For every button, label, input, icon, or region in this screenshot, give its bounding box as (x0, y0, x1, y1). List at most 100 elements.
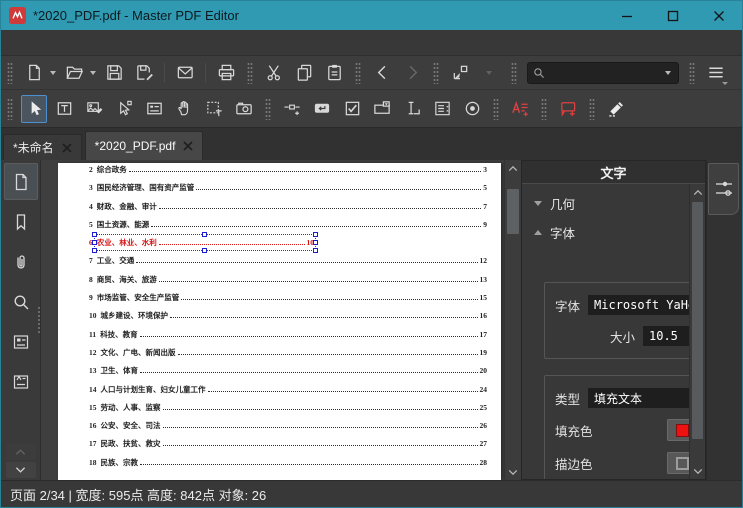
copy-button[interactable] (291, 59, 317, 87)
radio-button-tool-button[interactable] (459, 95, 485, 123)
paste-button[interactable] (321, 59, 347, 87)
toolbar-grip[interactable] (689, 61, 695, 84)
section-geometry[interactable]: 几何 (522, 184, 691, 213)
forward-button[interactable] (399, 59, 425, 87)
edit-text-tool-button[interactable] (51, 95, 77, 123)
scroll-up-button[interactable] (690, 184, 705, 200)
stroke-color-button[interactable] (667, 452, 691, 474)
scroll-down-button[interactable] (690, 463, 705, 479)
font-name-field[interactable]: Microsoft YaHei (588, 295, 691, 315)
highlighter-tool-button[interactable] (603, 95, 629, 123)
scrollbar-thumb[interactable] (692, 202, 703, 439)
menu-item[interactable] (183, 39, 205, 47)
edit-path-tool-button[interactable] (111, 95, 137, 123)
document-tab[interactable]: *未命名 (3, 134, 82, 160)
toc-row[interactable]: 2 综合政务 3 (89, 165, 487, 183)
search-dropdown-icon[interactable] (665, 70, 671, 75)
toolbar-grip[interactable] (247, 61, 253, 84)
new-document-dropdown-icon[interactable] (50, 70, 56, 75)
panel-vertical-scrollbar[interactable] (689, 184, 705, 479)
back-button[interactable] (369, 59, 395, 87)
toolbar-grip[interactable] (355, 61, 361, 84)
toc-row[interactable]: 15 劳动、人事、监察 25 (89, 403, 487, 421)
maximize-button[interactable] (650, 1, 696, 30)
toolbar-grip[interactable] (493, 97, 499, 120)
toolbar-grip[interactable] (7, 61, 13, 84)
email-button[interactable] (172, 59, 198, 87)
pdf-page[interactable]: 2 综合政务 3 3 国民经济管理、国有资产监管 5 4 财政、金融、审计 7 (58, 163, 501, 480)
menu-item[interactable] (51, 39, 73, 47)
menu-item[interactable] (29, 39, 51, 47)
toc-row[interactable]: 14 人口与计划生育、妇女儿童工作 24 (89, 385, 487, 403)
cut-button[interactable] (261, 59, 287, 87)
toolbar-grip[interactable] (433, 61, 439, 84)
text-type-dropdown[interactable]: 填充文本 (588, 388, 691, 408)
close-tab-icon[interactable] (62, 142, 72, 153)
save-as-button[interactable] (131, 59, 157, 87)
toolbar-grip[interactable] (541, 97, 547, 120)
menu-item[interactable] (73, 39, 95, 47)
main-menu-button[interactable] (703, 59, 729, 87)
toc-row[interactable]: 6 农业、林业、水利 10 (89, 238, 314, 256)
hand-tool-button[interactable] (171, 95, 197, 123)
menu-item[interactable] (139, 39, 161, 47)
scrollbar-thumb[interactable] (507, 189, 519, 234)
toc-row[interactable]: 5 国土资源、能源 9 (89, 220, 487, 238)
sidebar-scroll-up-button[interactable] (5, 444, 36, 460)
toolbar-grip[interactable] (511, 61, 517, 84)
properties-toggle-tab[interactable] (708, 163, 739, 215)
toc-row[interactable]: 10 城乡建设、环境保护 16 (89, 311, 487, 329)
toc-row[interactable]: 13 卫生、体育 20 (89, 366, 487, 384)
font-size-field[interactable]: 10.5 (643, 326, 691, 346)
close-tab-icon[interactable] (183, 141, 194, 151)
select-tool-button[interactable] (21, 94, 47, 123)
toc-row[interactable]: 9 市场监管、安全生产监管 15 (89, 293, 487, 311)
fit-view-button[interactable] (447, 59, 473, 87)
document-viewport[interactable]: 2 综合政务 3 3 国民经济管理、国有资产监管 5 4 财政、金融、审计 7 (41, 160, 504, 480)
toc-row[interactable]: 16 公安、安全、司法 26 (89, 421, 487, 439)
toc-row[interactable]: 17 民政、扶贫、救灾 27 (89, 439, 487, 457)
toc-row[interactable]: 18 民族、宗教 28 (89, 458, 487, 476)
open-file-dropdown-icon[interactable] (90, 70, 96, 75)
menu-item[interactable] (117, 39, 139, 47)
scroll-up-button[interactable] (505, 160, 521, 176)
toc-row[interactable]: 12 文化、广电、新闻出版 19 (89, 348, 487, 366)
text-field-tool-button[interactable] (399, 95, 425, 123)
callout-tool-button[interactable] (555, 95, 581, 123)
combobox-tool-button[interactable] (369, 95, 395, 123)
toolbar-grip[interactable] (7, 97, 13, 120)
toc-row[interactable]: 8 商贸、海关、旅游 13 (89, 275, 487, 293)
checkbox-tool-button[interactable] (339, 95, 365, 123)
toc-row[interactable]: 4 财政、金融、审计 7 (89, 202, 487, 220)
fill-color-button[interactable] (667, 419, 691, 441)
search-panel-button[interactable] (4, 283, 38, 320)
search-input[interactable] (546, 65, 664, 80)
search-box[interactable] (527, 61, 679, 84)
toc-row[interactable]: 11 科技、教育 17 (89, 330, 487, 348)
attachments-panel-button[interactable] (4, 243, 38, 280)
edit-image-tool-button[interactable] (81, 95, 107, 123)
add-node-tool-button[interactable] (279, 95, 305, 123)
push-button-tool-button[interactable] (309, 95, 335, 123)
section-font[interactable]: 字体 (522, 213, 691, 242)
form-fields-panel-button[interactable] (4, 323, 38, 360)
text-annotation-tool-button[interactable] (507, 95, 533, 123)
toc-row[interactable]: 3 国民经济管理、国有资产监管 5 (89, 183, 487, 201)
toolbar-grip[interactable] (265, 97, 271, 120)
minimize-button[interactable] (604, 1, 650, 30)
bookmarks-panel-button[interactable] (4, 203, 38, 240)
open-file-button[interactable] (61, 59, 87, 87)
pages-panel-button[interactable] (3, 163, 38, 200)
close-button[interactable] (696, 1, 742, 30)
menu-item[interactable] (95, 39, 117, 47)
document-tab[interactable]: *2020_PDF.pdf (84, 131, 204, 160)
print-button[interactable] (213, 59, 239, 87)
snapshot-tool-button[interactable] (231, 95, 257, 123)
menu-item[interactable] (7, 39, 29, 47)
save-button[interactable] (101, 59, 127, 87)
form-properties-tool-button[interactable] (141, 95, 167, 123)
fit-view-alt-button[interactable] (477, 59, 503, 87)
menu-item[interactable] (161, 39, 183, 47)
sidebar-scroll-down-button[interactable] (5, 462, 36, 478)
listbox-tool-button[interactable] (429, 95, 455, 123)
